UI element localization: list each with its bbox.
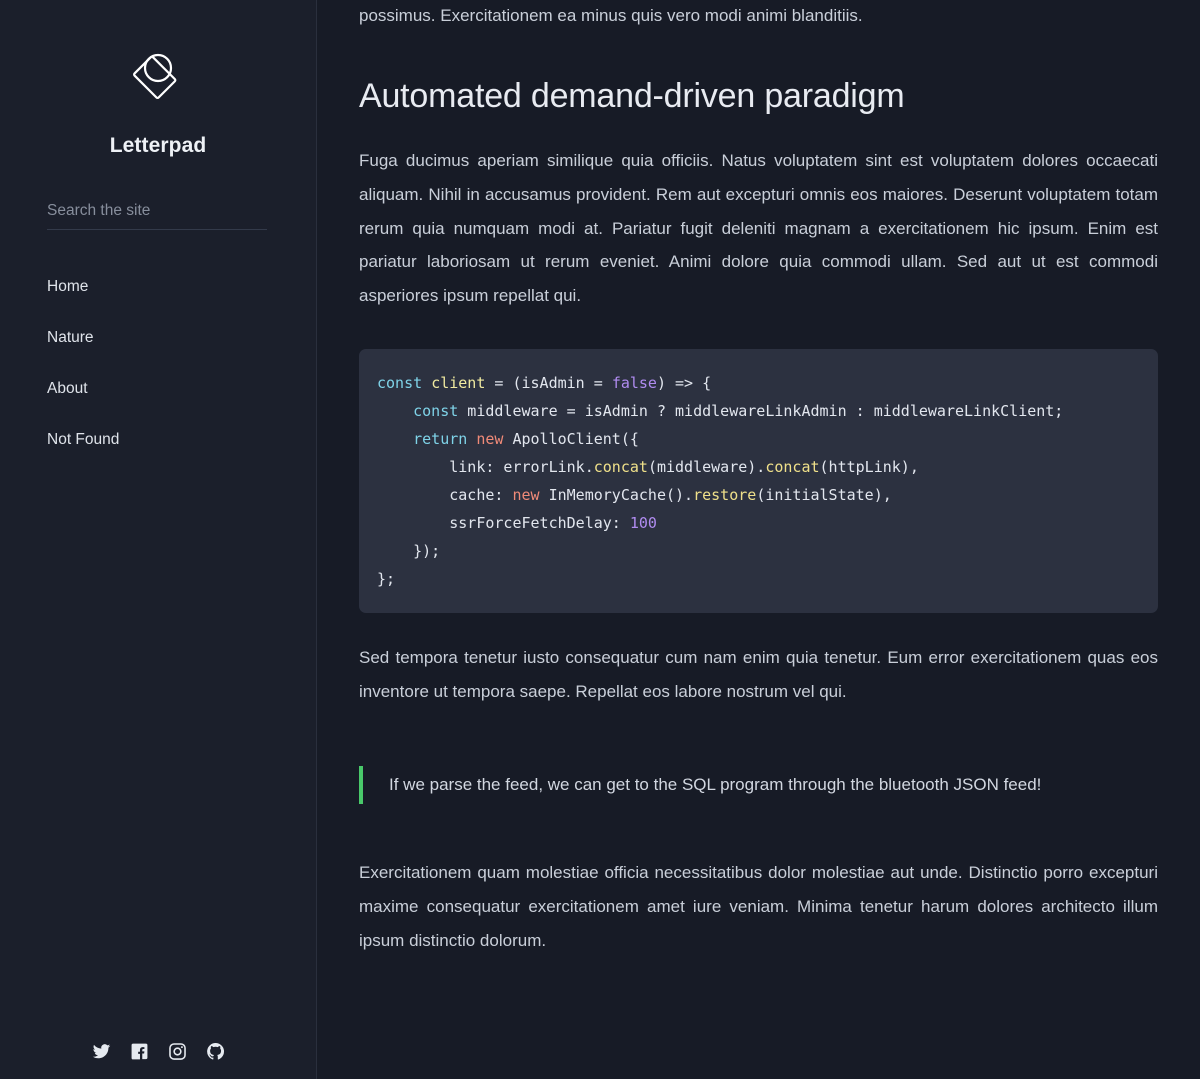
instagram-icon [168, 1042, 186, 1060]
code-token-false: false [611, 373, 657, 392]
github-link[interactable] [205, 1041, 225, 1061]
body-paragraph-3: Exercitationem quam molestiae officia ne… [359, 863, 1158, 950]
sidebar-item-not-found[interactable]: Not Found [47, 419, 316, 460]
sidebar: Letterpad Home Nature About Not Found [0, 0, 317, 1079]
twitter-icon [92, 1043, 110, 1058]
code-content: const client = (isAdmin = false) => { co… [377, 373, 1064, 588]
brand-name: Letterpad [109, 134, 207, 157]
code-block: const client = (isAdmin = false) => { co… [359, 348, 1158, 613]
code-token-new: new [476, 429, 504, 448]
search-container [47, 202, 272, 230]
facebook-icon [131, 1043, 147, 1059]
code-token-const: const [377, 373, 423, 392]
github-icon [206, 1042, 224, 1060]
instagram-link[interactable] [167, 1041, 187, 1061]
code-token-100: 100 [629, 513, 657, 532]
page-root: Letterpad Home Nature About Not Found [0, 0, 1200, 1079]
letterpad-diamond-logo-icon [133, 53, 177, 100]
brand: Letterpad [0, 0, 316, 158]
sidebar-item-about[interactable]: About [47, 368, 316, 409]
code-token-restore: restore [693, 485, 757, 504]
code-token-return: return [413, 429, 468, 448]
facebook-link[interactable] [129, 1041, 149, 1061]
sidebar-nav: Home Nature About Not Found [0, 266, 316, 470]
blockquote: If we parse the feed, we can get to the … [359, 766, 1158, 805]
sidebar-item-nature[interactable]: Nature [47, 317, 316, 358]
code-token-client: client [431, 373, 486, 392]
lead-paragraph-tail: possimus. Exercitationem ea minus quis v… [359, 6, 863, 25]
body-paragraph-2: Sed tempora tenetur iusto consequatur cu… [359, 647, 1158, 701]
main-content: possimus. Exercitationem ea minus quis v… [317, 0, 1200, 1079]
page-title: Automated demand-driven paradigm [359, 76, 905, 115]
body-paragraph-1: Fuga ducimus aperiam similique quia offi… [359, 151, 1158, 305]
logo-link[interactable] [119, 44, 197, 122]
social-links [0, 1041, 316, 1079]
search-input[interactable] [47, 202, 267, 230]
article: possimus. Exercitationem ea minus quis v… [359, 0, 1158, 957]
blockquote-text: If we parse the feed, we can get to the … [389, 775, 1042, 795]
sidebar-item-home[interactable]: Home [47, 266, 316, 307]
twitter-link[interactable] [91, 1041, 111, 1061]
